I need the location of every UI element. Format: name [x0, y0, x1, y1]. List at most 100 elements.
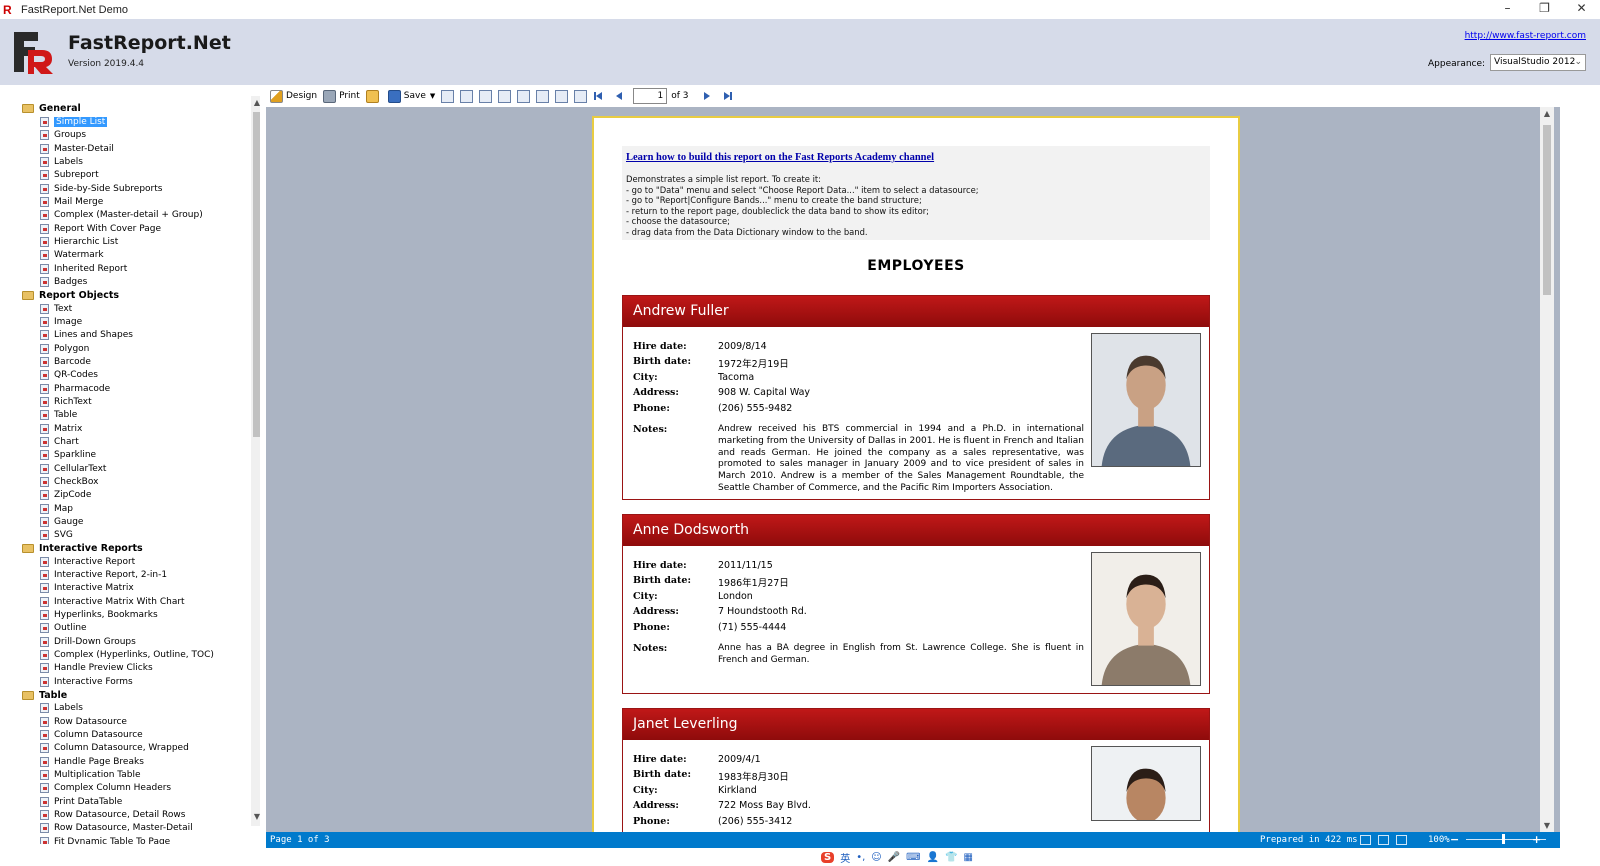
tree-item[interactable]: Complex Column Headers [22, 782, 242, 795]
multi-page-view-icon[interactable] [1396, 835, 1407, 845]
tree-item[interactable]: CellularText [22, 462, 242, 475]
prev-page-icon[interactable] [613, 90, 625, 102]
ime-tool-icon[interactable]: ▦ [964, 852, 973, 863]
tree-item[interactable]: Subreport [22, 169, 242, 182]
tree-item[interactable]: Report With Cover Page [22, 222, 242, 235]
tree-item[interactable]: Gauge [22, 515, 242, 528]
tree-item[interactable]: Mail Merge [22, 195, 242, 208]
tree-item[interactable]: SVG [22, 529, 242, 542]
tree-item[interactable]: Badges [22, 275, 242, 288]
first-page-icon[interactable] [593, 90, 605, 102]
scroll-up-icon[interactable]: ▲ [1540, 109, 1554, 118]
tree-item[interactable]: Handle Page Breaks [22, 755, 242, 768]
tree-item[interactable]: Sparkline [22, 449, 242, 462]
scroll-down-icon[interactable]: ▼ [251, 812, 260, 824]
preview-scrollbar[interactable]: ▲ ▼ [1540, 107, 1554, 832]
design-button[interactable]: Design [270, 87, 317, 105]
tree-item[interactable]: Drill-Down Groups [22, 635, 242, 648]
tree-item[interactable]: Multiplication Table [22, 768, 242, 781]
tree-item[interactable]: Matrix [22, 422, 242, 435]
tree-folder[interactable]: Report Objects [22, 289, 242, 302]
tree-item[interactable]: Side-by-Side Subreports [22, 182, 242, 195]
open-button[interactable] [365, 87, 382, 105]
outline-icon[interactable] [479, 89, 493, 103]
academy-link[interactable]: Learn how to build this report on the Fa… [626, 152, 934, 163]
tree-item[interactable]: Outline [22, 622, 242, 635]
tree-item[interactable]: Master-Detail [22, 142, 242, 155]
tree-item[interactable]: Interactive Matrix [22, 582, 242, 595]
report-preview[interactable]: Learn how to build this report on the Fa… [266, 107, 1560, 832]
tree-item[interactable]: Column Datasource, Wrapped [22, 742, 242, 755]
ime-tool-icon[interactable]: ⌨ [906, 852, 920, 863]
tree-item[interactable]: Interactive Report [22, 555, 242, 568]
sogou-logo-icon[interactable]: S [821, 851, 835, 863]
last-page-icon[interactable] [721, 90, 733, 102]
ime-tool-icon[interactable]: 👤 [927, 852, 939, 863]
minimize-button[interactable]: – [1489, 0, 1526, 19]
watermark-icon[interactable] [574, 89, 588, 103]
restore-button[interactable]: ❐ [1526, 0, 1563, 19]
tree-item[interactable]: Row Datasource [22, 715, 242, 728]
tree-item[interactable]: Simple List [22, 115, 242, 128]
tree-item[interactable]: Lines and Shapes [22, 329, 242, 342]
tree-item[interactable]: Labels [22, 155, 242, 168]
ime-language-toggle[interactable]: 英 [840, 850, 850, 865]
find-icon[interactable] [460, 89, 474, 103]
tree-item[interactable]: Chart [22, 435, 242, 448]
tree-item[interactable]: Hierarchic List [22, 235, 242, 248]
zoom-in-button[interactable]: + [1532, 833, 1541, 846]
tree-item[interactable]: Handle Preview Clicks [22, 662, 242, 675]
appearance-select[interactable]: VisualStudio 2012 ⌄ [1490, 54, 1586, 71]
close-button[interactable]: ✕ [1563, 0, 1600, 19]
tree-item[interactable]: Fit Dynamic Table To Page [22, 835, 242, 844]
tree-item[interactable]: ZipCode [22, 489, 242, 502]
tree-item[interactable]: Pharmacode [22, 382, 242, 395]
tree-item[interactable]: Interactive Forms [22, 675, 242, 688]
tree-item[interactable]: Column Datasource [22, 728, 242, 741]
scroll-up-icon[interactable]: ▲ [251, 98, 260, 110]
tree-folder[interactable]: Interactive Reports [22, 542, 242, 555]
print-button[interactable]: Print [323, 87, 360, 105]
tree-folder[interactable]: Table [22, 688, 242, 701]
tree-item[interactable]: Map [22, 502, 242, 515]
tree-item[interactable]: Inherited Report [22, 262, 242, 275]
tree-item[interactable]: Image [22, 315, 242, 328]
tree-item[interactable]: Table [22, 409, 242, 422]
tree-item[interactable]: Print DataTable [22, 795, 242, 808]
save-button[interactable]: Save ▼ [387, 87, 435, 105]
page-number-input[interactable] [633, 88, 668, 104]
tree-scrollbar[interactable]: ▲ ▼ [251, 96, 260, 826]
tree-item[interactable]: Barcode [22, 355, 242, 368]
delete-page-icon[interactable] [555, 89, 569, 103]
tree-item[interactable]: Polygon [22, 342, 242, 355]
tree-item[interactable]: Interactive Report, 2-in-1 [22, 568, 242, 581]
tree-item[interactable]: Groups [22, 129, 242, 142]
scroll-thumb[interactable] [1543, 125, 1551, 295]
page-width-view-icon[interactable] [1378, 835, 1389, 845]
single-page-view-icon[interactable] [1360, 835, 1371, 845]
ime-tool-icon[interactable]: 🎤 [888, 852, 900, 863]
tree-item[interactable]: Row Datasource, Detail Rows [22, 808, 242, 821]
tree-item[interactable]: Labels [22, 702, 242, 715]
scroll-down-icon[interactable]: ▼ [1540, 821, 1554, 830]
tree-item[interactable]: Hyperlinks, Bookmarks [22, 608, 242, 621]
next-page-icon[interactable] [701, 90, 713, 102]
tree-item[interactable]: Row Datasource, Master-Detail [22, 822, 242, 835]
zoom-out-button[interactable]: − [1450, 833, 1459, 846]
ime-tool-icon[interactable]: •, [856, 852, 865, 863]
website-link[interactable]: http://www.fast-report.com [1465, 31, 1586, 41]
email-icon[interactable] [441, 89, 455, 103]
zoom-page-icon[interactable] [498, 89, 512, 103]
tree-item[interactable]: Complex (Master-detail + Group) [22, 209, 242, 222]
zoom-slider-knob[interactable] [1502, 834, 1505, 844]
copy-page-icon[interactable] [536, 89, 550, 103]
tree-item[interactable]: Complex (Hyperlinks, Outline, TOC) [22, 648, 242, 661]
tree-item[interactable]: CheckBox [22, 475, 242, 488]
ime-tool-icon[interactable]: ☺ [871, 852, 881, 863]
tree-item[interactable]: QR-Codes [22, 369, 242, 382]
tree-item[interactable]: Interactive Matrix With Chart [22, 595, 242, 608]
tree-item[interactable]: Watermark [22, 249, 242, 262]
tree-folder[interactable]: General [22, 102, 242, 115]
scroll-thumb[interactable] [253, 112, 260, 437]
ime-tool-icon[interactable]: 👕 [945, 852, 957, 863]
